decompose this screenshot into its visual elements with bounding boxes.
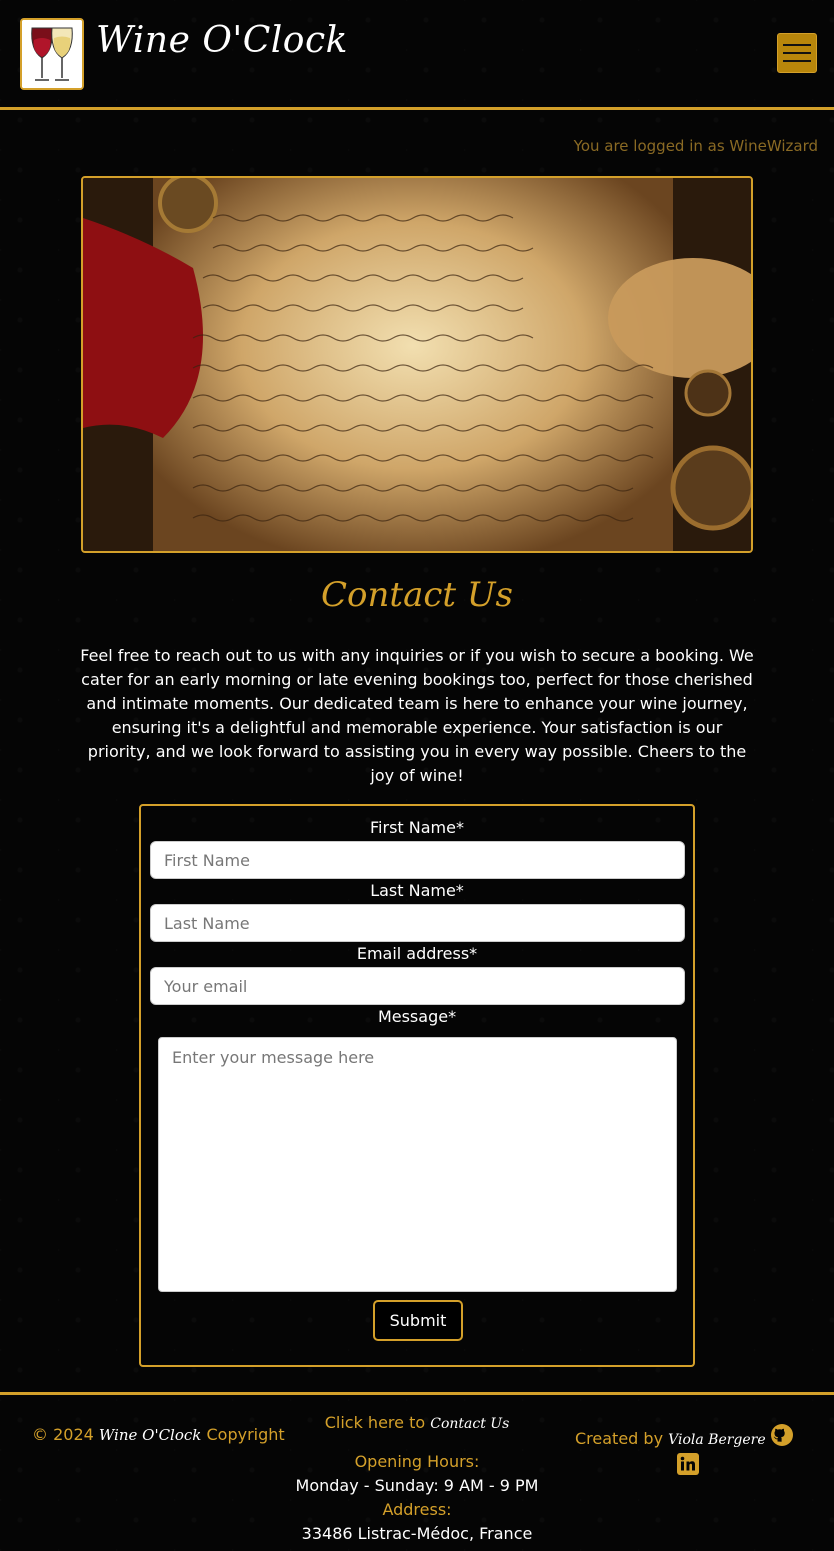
logged-in-status: You are logged in as WineWizard [573, 137, 818, 155]
footer-contact-info: Click here to Contact Us Opening Hours: … [267, 1411, 567, 1546]
last-name-label: Last Name* [370, 881, 464, 900]
created-prefix: Created by [575, 1429, 664, 1448]
hamburger-menu-icon [783, 44, 811, 46]
created-by: Created by Viola Bergere [575, 1429, 766, 1448]
contact-link-script: Contact Us [430, 1416, 510, 1432]
contact-link[interactable]: Click here to Contact Us [267, 1411, 567, 1436]
app-title[interactable]: Wine O'Clock [96, 20, 348, 61]
site-footer: © 2024 Wine O'Clock Copyright Click here… [0, 1392, 834, 1551]
parchment-letter-image [83, 178, 751, 551]
logo[interactable] [20, 18, 84, 90]
email-input[interactable] [150, 967, 685, 1005]
message-textarea[interactable] [158, 1037, 677, 1292]
first-name-input[interactable] [150, 841, 685, 879]
address-label: Address: [382, 1500, 452, 1519]
site-header: Wine O'Clock [0, 0, 834, 110]
wine-glasses-icon [22, 20, 82, 88]
hero-image [81, 176, 753, 553]
message-label: Message* [377, 1007, 457, 1026]
address-value: 33486 Listrac-Médoc, France [301, 1524, 533, 1543]
first-name-label: First Name* [370, 818, 464, 837]
hamburger-menu-button[interactable] [777, 33, 817, 73]
github-icon[interactable] [770, 1423, 794, 1447]
page-title: Contact Us [321, 575, 513, 615]
contact-form: First Name* Last Name* Email address* Me… [139, 804, 695, 1367]
menu-line [783, 60, 811, 62]
copyright-prefix: © 2024 [32, 1425, 94, 1444]
opening-hours-value: Monday - Sunday: 9 AM - 9 PM [295, 1476, 539, 1495]
copyright-brand: Wine O'Clock [98, 1426, 202, 1444]
last-name-input[interactable] [150, 904, 685, 942]
opening-hours-label: Opening Hours: [354, 1452, 480, 1471]
menu-line [783, 52, 811, 54]
copyright: © 2024 Wine O'Clock Copyright [32, 1425, 285, 1444]
email-label: Email address* [356, 944, 478, 963]
intro-text: Feel free to reach out to us with any in… [80, 646, 754, 785]
created-name: Viola Bergere [668, 1432, 766, 1448]
contact-link-prefix: Click here to [324, 1413, 426, 1432]
linkedin-icon[interactable] [677, 1453, 699, 1475]
submit-button[interactable]: Submit [373, 1300, 463, 1341]
